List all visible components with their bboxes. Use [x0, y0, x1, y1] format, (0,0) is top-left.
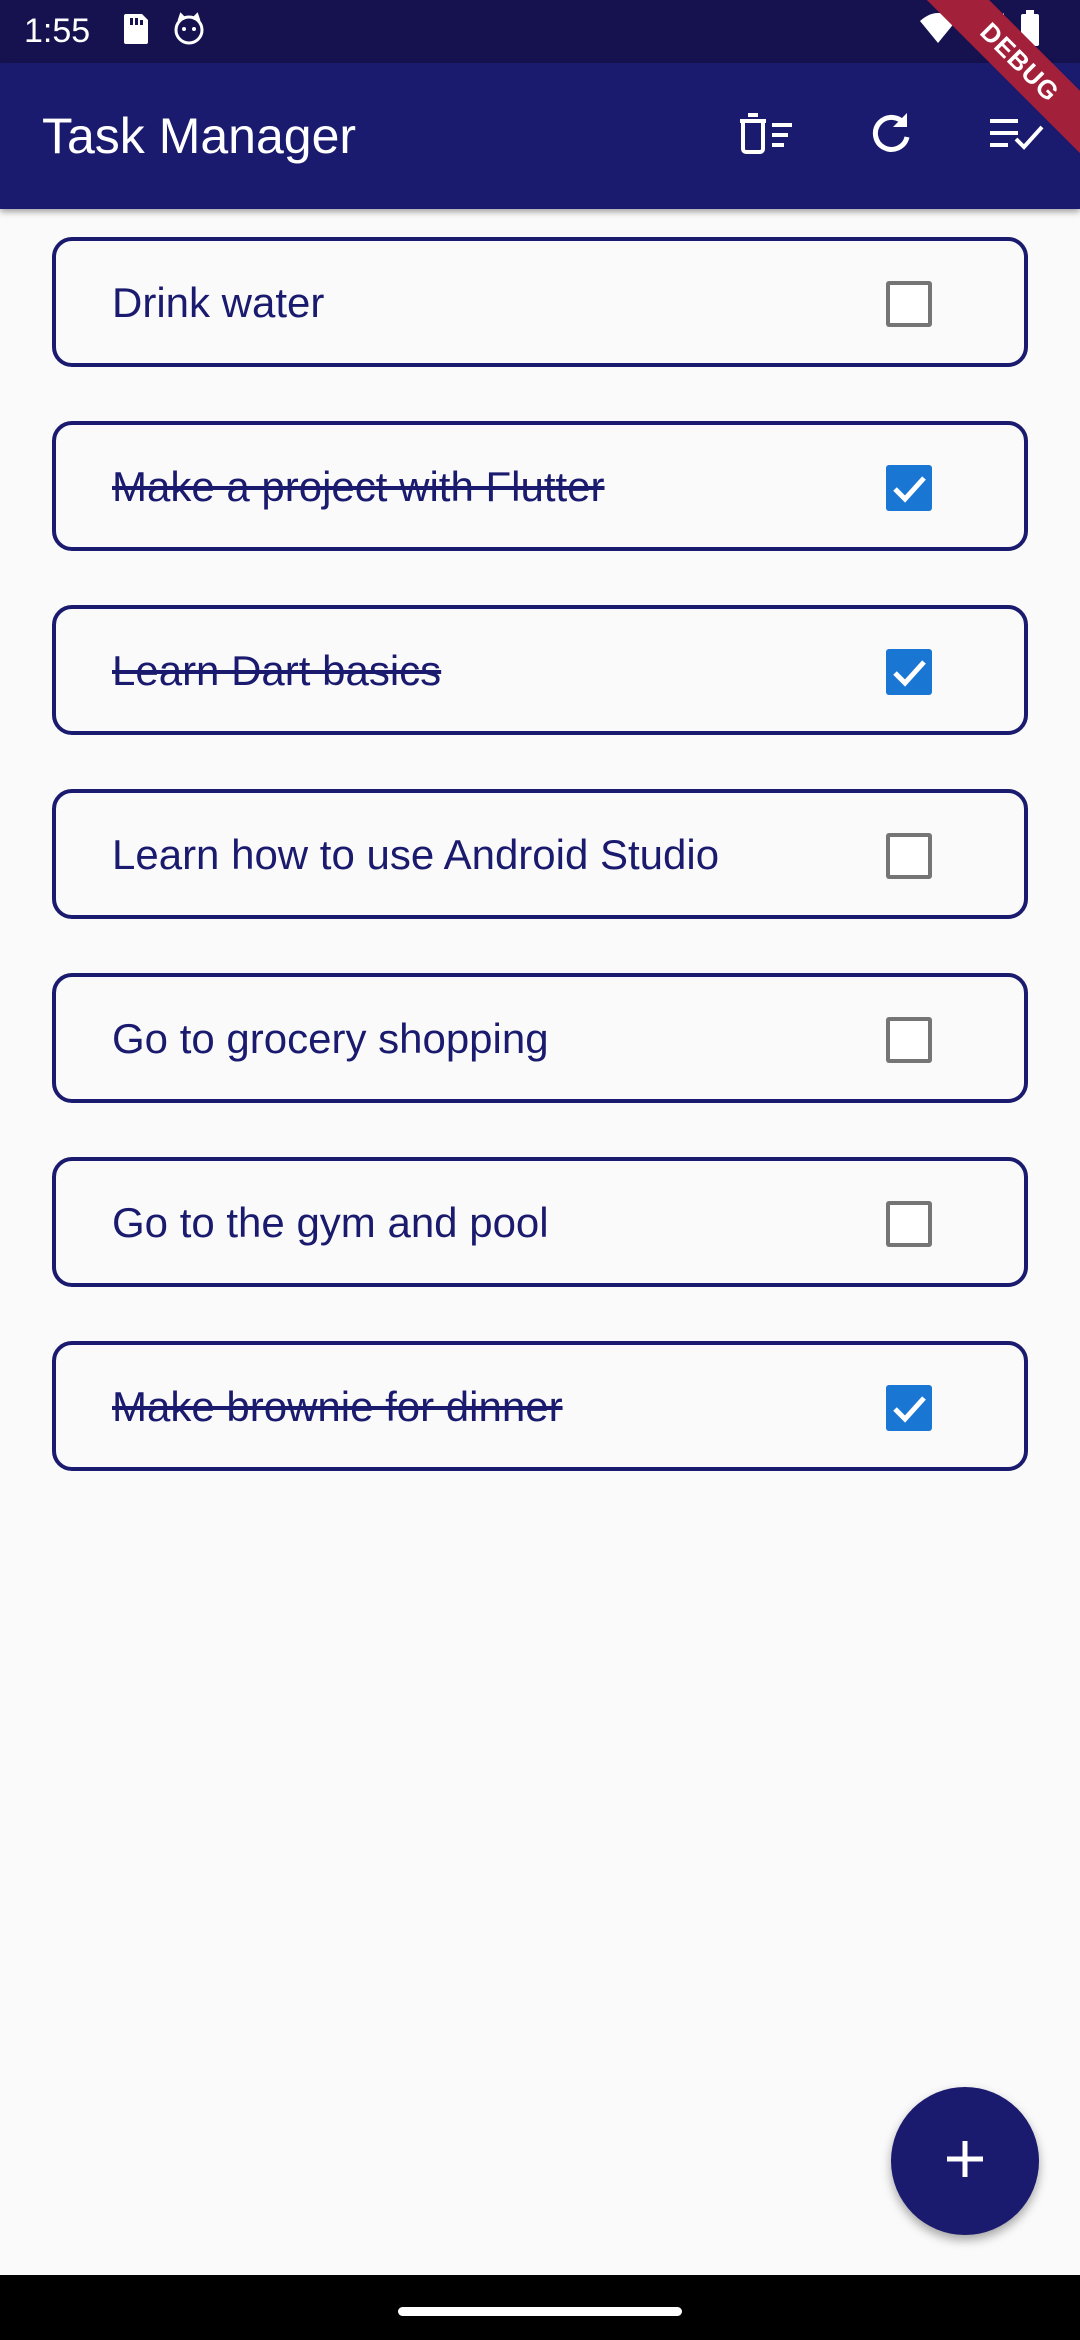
refresh-icon: [867, 109, 915, 162]
status-bar: 1:55: [0, 0, 1080, 63]
task-card[interactable]: Go to the gym and pool: [52, 1157, 1028, 1287]
navigation-bar: [0, 2275, 1080, 2340]
task-label: Go to the gym and pool: [112, 1199, 549, 1246]
add-icon: [941, 2135, 989, 2188]
task-label: Go to grocery shopping: [112, 1015, 549, 1062]
delete-completed-button[interactable]: [730, 99, 802, 171]
task-checkbox[interactable]: [886, 1201, 932, 1247]
task-card[interactable]: Make a project with Flutter: [52, 421, 1028, 551]
gesture-handle[interactable]: [398, 2307, 682, 2316]
check-all-icon: [988, 109, 1044, 162]
task-checkbox[interactable]: [886, 833, 932, 879]
page-title: Task Manager: [42, 108, 357, 164]
delete-completed-icon: [736, 109, 796, 162]
task-card[interactable]: Learn how to use Android Studio: [52, 789, 1028, 919]
app-bar: Task Manager: [0, 63, 1080, 209]
task-label: Make brownie for dinner: [112, 1383, 563, 1430]
refresh-button[interactable]: [855, 99, 927, 171]
add-task-button[interactable]: [891, 2087, 1039, 2235]
check-icon: [893, 1396, 926, 1423]
cat-notification-icon: [172, 12, 206, 51]
task-label: Drink water: [112, 279, 325, 326]
task-checkbox[interactable]: [886, 281, 932, 327]
check-icon: [893, 476, 926, 503]
task-card[interactable]: Learn Dart basics: [52, 605, 1028, 735]
task-label: Make a project with Flutter: [112, 463, 605, 510]
task-checkbox[interactable]: [886, 1385, 932, 1431]
task-card[interactable]: Drink water: [52, 237, 1028, 367]
task-label: Learn how to use Android Studio: [112, 831, 720, 878]
sd-card-icon: [120, 12, 150, 51]
task-card[interactable]: Make brownie for dinner: [52, 1341, 1028, 1471]
status-time: 1:55: [24, 12, 91, 50]
task-label: Learn Dart basics: [112, 647, 442, 694]
task-checkbox[interactable]: [886, 649, 932, 695]
task-card[interactable]: Go to grocery shopping: [52, 973, 1028, 1103]
check-icon: [893, 660, 926, 687]
task-checkbox[interactable]: [886, 1017, 932, 1063]
task-checkbox[interactable]: [886, 465, 932, 511]
